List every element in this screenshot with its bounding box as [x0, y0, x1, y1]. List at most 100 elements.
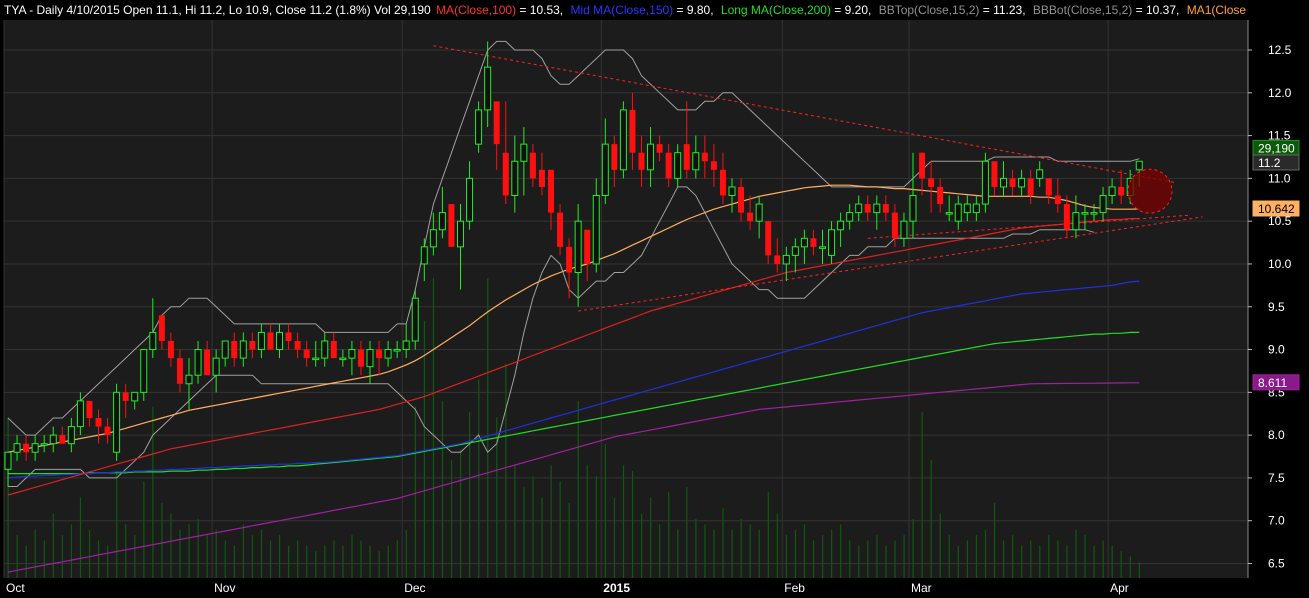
candle-body-up [1000, 177, 1007, 188]
candle-body-up [945, 212, 953, 215]
volume-bar [396, 540, 398, 578]
candle-body-down [701, 152, 708, 162]
candle-body-up [755, 203, 763, 222]
volume-bar [414, 406, 416, 578]
price-chart-svg[interactable]: 6.57.07.58.08.59.09.510.010.511.011.512.… [0, 0, 1309, 598]
volume-bar [858, 545, 860, 578]
candle-body-down [538, 169, 545, 187]
volume-bar [984, 529, 987, 578]
volume-bar [460, 449, 462, 578]
legend-ma100-value: = 10.53, [516, 3, 563, 17]
volume-bar [749, 524, 751, 578]
volume-bar [116, 470, 118, 578]
legend-bbtop-value: = 11.23, [979, 3, 1025, 17]
candle-body-down [683, 144, 690, 170]
candle-body-up [846, 212, 854, 222]
candle-body-up [185, 374, 193, 385]
candle-body-up [837, 220, 845, 231]
volume-bar [577, 401, 579, 578]
volume-bar [894, 540, 896, 578]
volume-bar [487, 278, 489, 578]
volume-bar [288, 545, 290, 578]
volume-bar [61, 535, 63, 578]
volume-bar [70, 524, 73, 578]
purple-ma-badge: 8.611 [1258, 376, 1287, 390]
candle-body-up [131, 391, 139, 402]
candle-body-down [303, 349, 310, 359]
volume-bar [107, 545, 109, 578]
candle-body-up [1036, 169, 1044, 179]
volume-bar [188, 524, 190, 578]
volume-bar [514, 465, 516, 578]
volume-bar [43, 540, 45, 578]
candle-body-down [864, 204, 871, 213]
volume-bar [613, 497, 616, 578]
candle-body-down [747, 212, 754, 222]
candle-body-up [149, 331, 157, 351]
volume-bar [532, 476, 534, 578]
candle-body-down [285, 332, 292, 341]
candle-body-down [376, 349, 383, 359]
candle-body-down [937, 186, 944, 205]
legend-ma100: MA(Close,100) [436, 3, 516, 17]
candle-body-down [330, 340, 337, 359]
candle-body-down [23, 443, 30, 453]
ma1-badge: 10.642 [1258, 202, 1295, 216]
volume-bar [1057, 540, 1059, 578]
candle-body-down [176, 358, 183, 384]
volume-bar [242, 524, 244, 578]
x-tick-label: Nov [214, 581, 235, 595]
y-tick-label: 12.0 [1268, 86, 1292, 100]
x-tick-label: Mar [911, 581, 932, 595]
y-tick-label: 7.5 [1268, 471, 1285, 485]
volume-bar [206, 535, 208, 578]
volume-bar [441, 401, 444, 578]
y-tick-label: 11.0 [1268, 171, 1291, 185]
candle-body-down [611, 144, 618, 170]
plot-area [4, 20, 1248, 578]
volume-bar [876, 535, 878, 578]
volume-bar [197, 519, 199, 578]
volume-bar [713, 529, 715, 578]
volume-bar [822, 535, 824, 578]
candle-body-up [592, 194, 600, 265]
candle-body-up [647, 143, 655, 171]
candle-body-up [420, 246, 428, 265]
volume-bar [659, 524, 661, 578]
volume-bar [143, 481, 145, 578]
volume-bar [161, 503, 163, 578]
candle-body-up [239, 340, 247, 359]
candle-body-down [529, 152, 536, 179]
volume-bar [1030, 540, 1032, 578]
candle-body-down [95, 418, 102, 427]
candle-body-up [1081, 212, 1089, 215]
volume-bar [1120, 551, 1122, 578]
candle-body-up [76, 400, 84, 428]
candle-body-down [493, 101, 500, 145]
volume-bar [360, 540, 362, 578]
volume-bar [903, 535, 905, 578]
candle-body-down [1045, 178, 1052, 196]
candle-body-down [502, 152, 509, 196]
volume-bar [269, 540, 272, 578]
candle-body-up [1072, 212, 1080, 231]
candle-body-up [257, 331, 265, 351]
candle-body-down [1054, 195, 1061, 205]
volume-bar [668, 492, 670, 578]
candle-body-up [601, 143, 609, 196]
x-tick-label: 2015 [603, 581, 630, 595]
x-tick-label: Dec [404, 581, 425, 595]
candle-body-down [991, 161, 998, 187]
volume-bar [586, 465, 588, 578]
candle-body-up [113, 391, 121, 453]
candle-body-up [791, 246, 799, 256]
volume-bar [704, 524, 706, 578]
volume-bar [387, 545, 389, 578]
volume-bar [16, 535, 18, 578]
volume-bar [930, 460, 932, 578]
volume-bar [260, 529, 263, 578]
candle-body-up [40, 443, 48, 446]
candle-body-up [321, 340, 329, 359]
volume-bar [469, 411, 471, 578]
volume-bar [831, 529, 833, 578]
